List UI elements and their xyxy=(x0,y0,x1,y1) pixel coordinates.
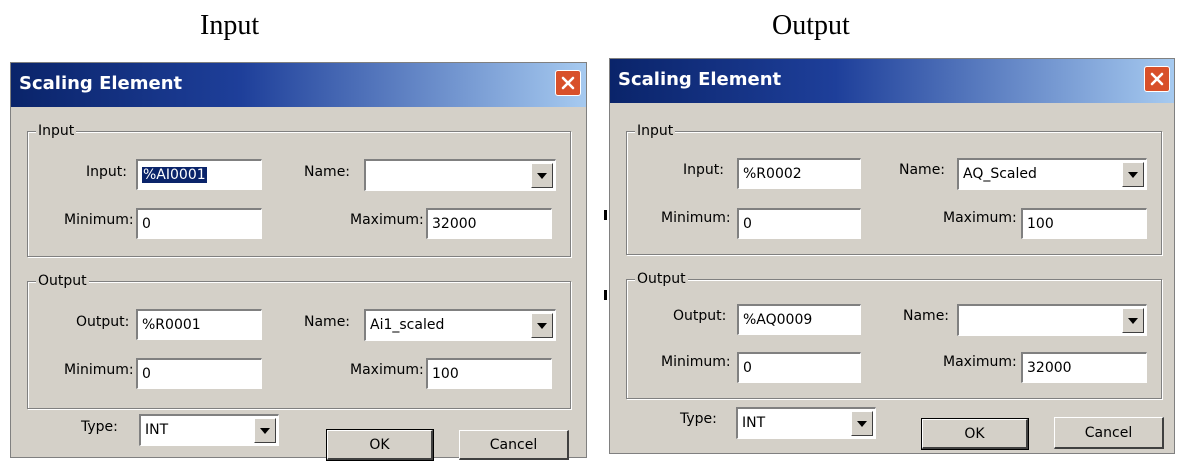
chevron-down-icon xyxy=(260,427,270,434)
input-minimum-label: Minimum: xyxy=(661,210,731,226)
input-maximum-value: 100 xyxy=(1027,216,1054,232)
output-minimum-value: 0 xyxy=(142,366,151,382)
output-address-label: Output: xyxy=(76,314,130,330)
output-name-dropdown[interactable]: Ai1_scaled xyxy=(364,309,556,341)
output-minimum-label: Minimum: xyxy=(661,354,731,370)
output-name-value: Ai1_scaled xyxy=(370,317,445,333)
dialog-title: Scaling Element xyxy=(19,73,183,94)
input-maximum-field[interactable]: 100 xyxy=(1021,208,1147,239)
cancel-button[interactable]: Cancel xyxy=(1054,417,1164,449)
cancel-label: Cancel xyxy=(489,436,538,453)
input-minimum-field[interactable]: 0 xyxy=(136,208,262,239)
input-group-title: Input xyxy=(635,123,676,139)
ok-button[interactable]: OK xyxy=(326,429,434,461)
output-minimum-value: 0 xyxy=(743,360,752,376)
output-address-label: Output: xyxy=(673,308,727,324)
input-group-title: Input xyxy=(36,123,77,139)
input-maximum-label: Maximum: xyxy=(943,210,1017,226)
output-name-label: Name: xyxy=(903,308,950,324)
input-minimum-value: 0 xyxy=(743,216,752,232)
ok-button[interactable]: OK xyxy=(921,418,1029,450)
output-group-title: Output xyxy=(635,271,688,287)
output-minimum-label: Minimum: xyxy=(64,362,134,378)
input-address-label: Input: xyxy=(683,162,724,178)
dropdown-button[interactable] xyxy=(1122,162,1144,187)
input-address-label: Input: xyxy=(86,164,127,180)
caption-input: Input xyxy=(200,10,260,41)
output-address-field[interactable]: %AQ0009 xyxy=(737,304,861,335)
dialog-title: Scaling Element xyxy=(618,69,782,90)
stray-mark xyxy=(604,210,607,220)
input-minimum-value: 0 xyxy=(142,216,151,232)
output-maximum-field[interactable]: 32000 xyxy=(1021,352,1147,383)
input-minimum-field[interactable]: 0 xyxy=(737,208,861,239)
cancel-label: Cancel xyxy=(1084,424,1133,441)
type-dropdown[interactable]: INT xyxy=(139,414,279,446)
chevron-down-icon xyxy=(537,172,547,179)
output-address-value: %AQ0009 xyxy=(743,312,813,328)
input-group: Input Input: %AI0001 Name: Minimum: 0 Ma… xyxy=(27,123,571,257)
output-address-value: %R0001 xyxy=(142,317,201,333)
output-maximum-label: Maximum: xyxy=(350,362,424,378)
input-name-label: Name: xyxy=(899,162,946,178)
output-name-label: Name: xyxy=(304,314,351,330)
type-value: INT xyxy=(145,422,169,438)
selected-text: %AI0001 xyxy=(142,167,207,183)
close-button[interactable] xyxy=(1144,66,1170,92)
close-button[interactable] xyxy=(555,70,581,96)
dropdown-button[interactable] xyxy=(254,418,276,443)
input-minimum-label: Minimum: xyxy=(64,212,134,228)
chevron-down-icon xyxy=(537,322,547,329)
output-maximum-field[interactable]: 100 xyxy=(426,358,552,389)
output-minimum-field[interactable]: 0 xyxy=(737,352,861,383)
ok-label: OK xyxy=(369,436,390,453)
output-address-field[interactable]: %R0001 xyxy=(136,309,262,340)
dropdown-button[interactable] xyxy=(1122,308,1144,333)
output-name-dropdown[interactable] xyxy=(957,304,1147,336)
input-maximum-label: Maximum: xyxy=(350,212,424,228)
output-group: Output Output: %R0001 Name: Ai1_scaled M… xyxy=(27,273,571,409)
close-icon xyxy=(1150,72,1164,86)
cancel-button[interactable]: Cancel xyxy=(459,430,569,460)
type-label: Type: xyxy=(680,411,717,427)
type-label: Type: xyxy=(81,419,118,435)
input-name-dropdown[interactable]: AQ_Scaled xyxy=(957,158,1147,190)
type-dropdown[interactable]: INT xyxy=(736,407,876,439)
input-name-label: Name: xyxy=(304,164,351,180)
input-address-value: %R0002 xyxy=(743,166,802,182)
title-bar: Scaling Element xyxy=(610,59,1174,103)
close-icon xyxy=(561,76,575,90)
dropdown-button[interactable] xyxy=(531,163,553,188)
output-minimum-field[interactable]: 0 xyxy=(136,358,262,389)
output-maximum-value: 100 xyxy=(432,366,459,382)
input-name-value: AQ_Scaled xyxy=(963,166,1037,182)
stray-mark xyxy=(604,290,607,300)
scaling-dialog-output: Scaling Element Input Input: %R0002 Name… xyxy=(609,58,1175,454)
input-group: Input Input: %R0002 Name: AQ_Scaled Mini… xyxy=(626,123,1162,255)
title-bar: Scaling Element xyxy=(11,63,586,107)
chevron-down-icon xyxy=(1128,317,1138,324)
caption-output: Output xyxy=(772,10,850,41)
output-group-title: Output xyxy=(36,273,89,289)
output-group: Output Output: %AQ0009 Name: Minimum: 0 … xyxy=(626,271,1162,399)
input-address-field[interactable]: %R0002 xyxy=(737,158,861,189)
chevron-down-icon xyxy=(1128,171,1138,178)
input-name-dropdown[interactable] xyxy=(364,159,556,191)
dropdown-button[interactable] xyxy=(531,313,553,338)
ok-label: OK xyxy=(964,425,985,442)
scaling-dialog-input: Scaling Element Input Input: %AI0001 Nam… xyxy=(10,62,587,461)
input-maximum-value: 32000 xyxy=(432,216,477,232)
input-address-field[interactable]: %AI0001 xyxy=(136,159,262,190)
chevron-down-icon xyxy=(857,420,867,427)
dropdown-button[interactable] xyxy=(851,411,873,436)
type-value: INT xyxy=(742,415,766,431)
input-maximum-field[interactable]: 32000 xyxy=(426,208,552,239)
output-maximum-value: 32000 xyxy=(1027,360,1072,376)
output-maximum-label: Maximum: xyxy=(943,354,1017,370)
